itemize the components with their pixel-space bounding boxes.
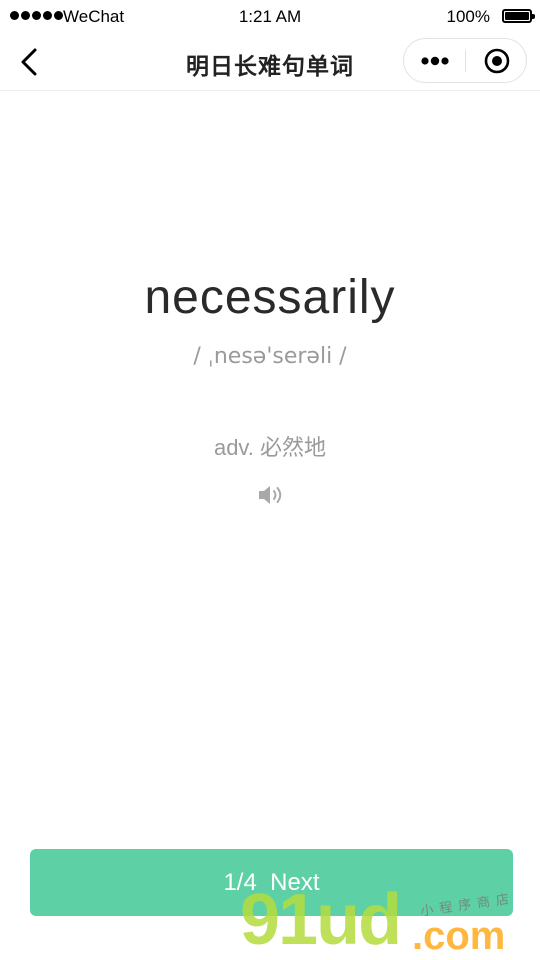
speaker-icon	[259, 486, 282, 504]
watermark-domain: .com	[412, 914, 506, 958]
next-label: Next	[270, 868, 320, 896]
app-screen: WeChat 1:21 AM 100% 明日长难句单词 necessarily …	[0, 0, 540, 960]
close-mini-program-button[interactable]	[466, 39, 528, 82]
more-menu-button[interactable]	[404, 39, 466, 82]
mini-program-capsule	[403, 38, 527, 83]
next-button[interactable]: 1/4 Next	[30, 849, 513, 916]
progress-counter: 1/4	[223, 868, 257, 896]
vocabulary-word: necessarily	[144, 271, 396, 324]
target-circle-icon	[484, 48, 510, 73]
more-dots-icon	[421, 56, 449, 65]
battery-percentage: 100%	[446, 7, 490, 26]
word-definition: adv. 必然地	[213, 435, 327, 460]
navigation-bar: 明日长难句单词	[0, 34, 540, 91]
battery-icon	[502, 9, 535, 23]
play-pronunciation-button[interactable]	[257, 484, 285, 506]
status-bar: WeChat 1:21 AM 100%	[0, 0, 540, 34]
phonetic-transcription: / ˌnesə'serəli /	[193, 344, 347, 369]
